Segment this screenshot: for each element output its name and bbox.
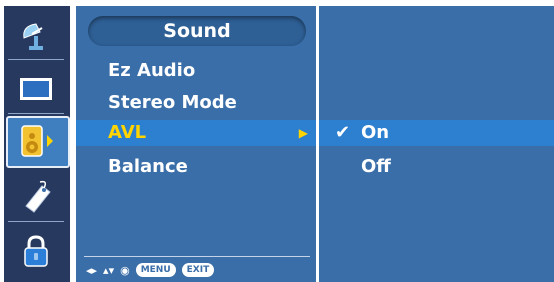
sidebar-item-option[interactable] xyxy=(8,172,64,222)
sidebar xyxy=(4,6,70,282)
avl-submenu-panel: ✔ On Off xyxy=(319,6,554,282)
sidebar-item-sound[interactable] xyxy=(6,116,70,168)
ok-button-icon: ◉ xyxy=(120,263,130,277)
submenu-option-off[interactable]: Off xyxy=(319,154,554,180)
left-right-arrows-icon: ◂▸ xyxy=(86,263,98,277)
menu-button-hint: MENU xyxy=(135,263,176,277)
sidebar-item-picture[interactable] xyxy=(8,64,64,114)
menu-item-label: Ez Audio xyxy=(108,60,196,81)
satellite-dish-icon xyxy=(23,23,43,50)
tag-icon xyxy=(25,180,51,213)
menu-item-label: AVL xyxy=(108,122,147,143)
footer-divider xyxy=(84,256,310,257)
menu-item-label: Stereo Mode xyxy=(108,92,237,113)
footer-hints: ◂▸ ▴▾ ◉ MENU EXIT xyxy=(86,262,215,278)
sidebar-item-station[interactable] xyxy=(8,10,64,60)
menu-item-balance[interactable]: Balance xyxy=(76,154,316,180)
checkmark-icon: ✔ xyxy=(335,122,351,143)
screen-icon xyxy=(20,78,52,100)
menu-item-label: Balance xyxy=(108,156,188,177)
menu-title-pill: Sound xyxy=(88,16,306,46)
menu-item-stereo-mode[interactable]: Stereo Mode xyxy=(76,90,316,116)
osd-screen: Sound Ez Audio Stereo Mode AVL ▶ Balance… xyxy=(0,0,554,282)
submenu-option-label: Off xyxy=(361,156,391,177)
speaker-icon xyxy=(21,125,53,157)
sound-menu-panel: Sound Ez Audio Stereo Mode AVL ▶ Balance… xyxy=(76,6,316,282)
sidebar-item-lock[interactable] xyxy=(8,226,64,276)
submenu-arrow-icon: ▶ xyxy=(298,126,308,140)
lock-icon xyxy=(24,235,48,267)
exit-button-hint: EXIT xyxy=(181,263,215,277)
submenu-option-on[interactable]: ✔ On xyxy=(319,120,554,146)
menu-item-avl[interactable]: AVL ▶ xyxy=(76,120,316,146)
up-down-arrows-icon: ▴▾ xyxy=(103,263,115,277)
menu-item-ez-audio[interactable]: Ez Audio xyxy=(76,58,316,84)
menu-title: Sound xyxy=(163,20,231,42)
submenu-option-label: On xyxy=(361,122,390,143)
